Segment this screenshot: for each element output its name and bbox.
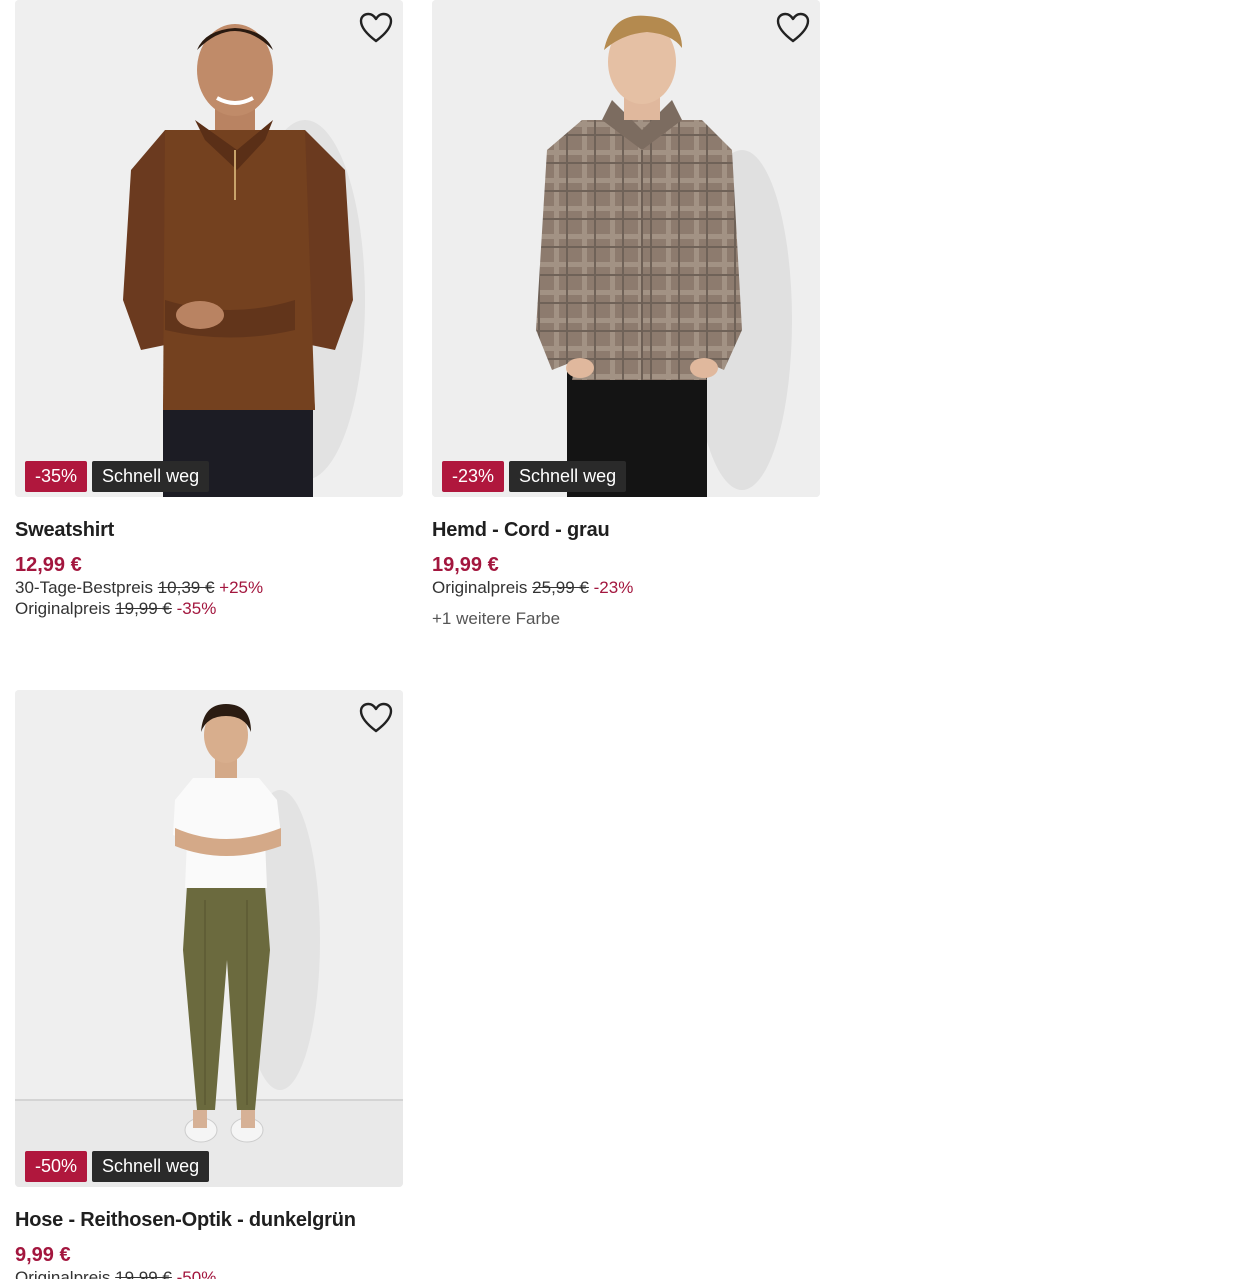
- badge-group: -50% Schnell weg: [25, 1151, 210, 1182]
- selling-fast-badge: Schnell weg: [509, 461, 627, 492]
- original-price-label: Originalpreis: [15, 1268, 111, 1279]
- original-price-line: Originalpreis 25,99 € -23%: [432, 577, 820, 598]
- original-price-label: Originalpreis: [15, 599, 111, 618]
- product-photo-sweatshirt: [15, 0, 403, 497]
- product-image[interactable]: -23% Schnell weg: [432, 0, 820, 497]
- discount-badge: -50%: [25, 1151, 88, 1182]
- product-price: 9,99 €: [15, 1244, 71, 1266]
- product-price: 12,99 €: [15, 554, 82, 576]
- product-image[interactable]: -35% Schnell weg: [15, 0, 403, 497]
- best-price-line: 30-Tage-Bestpreis 10,39 € +25%: [15, 577, 403, 598]
- discount-badge: -35%: [25, 461, 88, 492]
- product-photo-shirt: [432, 0, 820, 497]
- product-card[interactable]: -50% Schnell weg Hose - Reithosen-Optik …: [15, 690, 403, 1279]
- best-price-label: 30-Tage-Bestpreis: [15, 578, 153, 597]
- heart-outline-icon[interactable]: [359, 12, 393, 44]
- best-price-percent: +25%: [219, 578, 264, 597]
- selling-fast-badge: Schnell weg: [92, 1151, 210, 1182]
- original-price-value: 19,99 €: [115, 1268, 172, 1279]
- product-card[interactable]: -35% Schnell weg Sweatshirt 12,99 € 30-T…: [15, 0, 403, 619]
- badge-group: -35% Schnell weg: [25, 461, 210, 492]
- original-price-percent: -23%: [593, 578, 634, 597]
- original-price-percent: -50%: [176, 1268, 217, 1279]
- original-price-line: Originalpreis 19,99 € -35%: [15, 598, 403, 619]
- original-price-value: 19,99 €: [115, 599, 172, 618]
- product-title[interactable]: Sweatshirt: [15, 517, 403, 543]
- badge-group: -23% Schnell weg: [442, 461, 627, 492]
- heart-outline-icon[interactable]: [776, 12, 810, 44]
- product-card[interactable]: -23% Schnell weg Hemd - Cord - grau 19,9…: [432, 0, 820, 629]
- product-grid: -35% Schnell weg Sweatshirt 12,99 € 30-T…: [0, 0, 1250, 1279]
- original-price-percent: -35%: [176, 599, 217, 618]
- product-photo-trousers: [15, 690, 403, 1187]
- original-price-label: Originalpreis: [432, 578, 528, 597]
- more-colors-link[interactable]: +1 weitere Farbe: [432, 608, 820, 629]
- best-price-value: 10,39 €: [157, 578, 215, 597]
- product-price: 19,99 €: [432, 554, 499, 576]
- selling-fast-badge: Schnell weg: [92, 461, 210, 492]
- product-title[interactable]: Hose - Reithosen-Optik - dunkelgrün: [15, 1207, 403, 1233]
- product-image[interactable]: -50% Schnell weg: [15, 690, 403, 1187]
- original-price-line: Originalpreis 19,99 € -50%: [15, 1267, 403, 1279]
- discount-badge: -23%: [442, 461, 505, 492]
- heart-outline-icon[interactable]: [359, 702, 393, 734]
- product-title[interactable]: Hemd - Cord - grau: [432, 517, 820, 543]
- original-price-value: 25,99 €: [532, 578, 589, 597]
